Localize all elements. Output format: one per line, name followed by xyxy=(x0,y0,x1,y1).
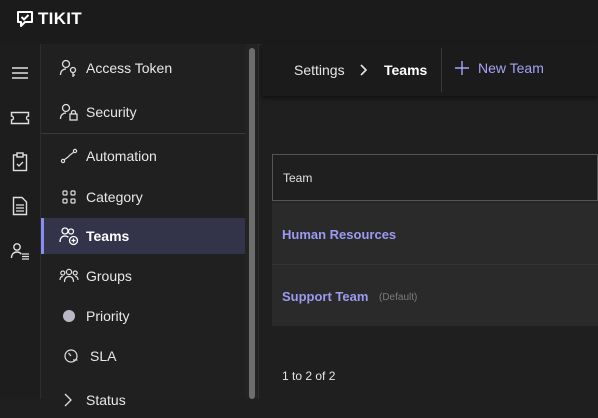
sidebar-scroll-thumb[interactable] xyxy=(249,48,255,399)
sidebar-item-sla[interactable]: SLA xyxy=(41,338,245,374)
hamburger-menu-icon[interactable] xyxy=(6,59,34,87)
table-row[interactable]: Support Team (Default) xyxy=(272,265,598,326)
new-team-label: New Team xyxy=(478,60,544,76)
sidebar-divider xyxy=(41,133,245,134)
ticket-icon[interactable] xyxy=(6,104,34,132)
sidebar-item-label: SLA xyxy=(90,348,117,364)
sidebar-item-access-token[interactable]: Access Token xyxy=(41,50,245,86)
nav-rail xyxy=(0,44,41,399)
breadcrumb-current: Teams xyxy=(384,62,428,78)
main-content: Settings Teams New Team Team Human Resou… xyxy=(262,44,598,399)
sidebar-item-priority[interactable]: Priority xyxy=(41,298,245,334)
status-icon xyxy=(59,390,79,410)
sidebar-item-label: Access Token xyxy=(86,60,173,76)
default-tag: (Default) xyxy=(379,292,418,303)
team-name-link[interactable]: Support Team xyxy=(282,289,368,304)
sidebar-item-automation[interactable]: Automation xyxy=(41,138,245,174)
new-team-button[interactable]: New Team xyxy=(454,60,544,76)
teams-table: Team Human Resources Support Team (Defau… xyxy=(272,154,598,326)
sidebar-item-label: Security xyxy=(86,104,137,120)
sidebar-item-teams[interactable]: Teams xyxy=(41,218,245,254)
settings-sidebar: Access Token Security Automation Categor… xyxy=(41,44,259,408)
table-header: Team xyxy=(272,154,598,201)
pagination-summary: 1 to 2 of 2 xyxy=(282,369,336,383)
document-icon[interactable] xyxy=(6,192,34,220)
chevron-right-icon xyxy=(357,60,371,85)
active-indicator xyxy=(41,218,44,254)
sidebar-item-label: Priority xyxy=(86,308,130,324)
app-logo[interactable]: TIKIT xyxy=(16,9,82,29)
plus-icon xyxy=(455,61,469,75)
top-bar: TIKIT xyxy=(0,0,598,45)
people-group-icon xyxy=(59,266,79,286)
table-row[interactable]: Human Resources xyxy=(272,203,598,264)
automation-flow-icon xyxy=(59,146,79,166)
sidebar-item-status[interactable]: Status xyxy=(41,382,245,418)
clipboard-icon[interactable] xyxy=(6,148,34,176)
circle-dot-icon xyxy=(59,306,79,326)
tikit-logo-icon xyxy=(17,11,33,27)
sidebar-item-label: Groups xyxy=(86,268,132,284)
sidebar-item-security[interactable]: Security xyxy=(41,94,245,130)
people-list-icon[interactable] xyxy=(6,237,34,265)
person-lock-icon xyxy=(59,102,79,122)
command-bar-divider xyxy=(441,48,442,92)
team-add-icon xyxy=(59,226,79,246)
column-header-team[interactable]: Team xyxy=(283,171,312,185)
brand-name: TIKIT xyxy=(38,9,82,28)
sidebar-item-label: Teams xyxy=(86,228,130,244)
key-person-icon xyxy=(59,58,79,78)
team-name-link[interactable]: Human Resources xyxy=(282,227,396,242)
grid-four-icon xyxy=(59,187,79,207)
sidebar-item-groups[interactable]: Groups xyxy=(41,258,245,294)
sidebar-item-label: Category xyxy=(86,189,143,205)
sidebar-item-label: Status xyxy=(86,392,126,408)
breadcrumb-settings[interactable]: Settings xyxy=(294,62,345,78)
sidebar-item-label: Automation xyxy=(86,148,157,164)
sidebar-item-category[interactable]: Category xyxy=(41,179,245,215)
clock-gauge-icon xyxy=(61,346,81,366)
command-bar: Settings Teams New Team xyxy=(262,44,598,96)
